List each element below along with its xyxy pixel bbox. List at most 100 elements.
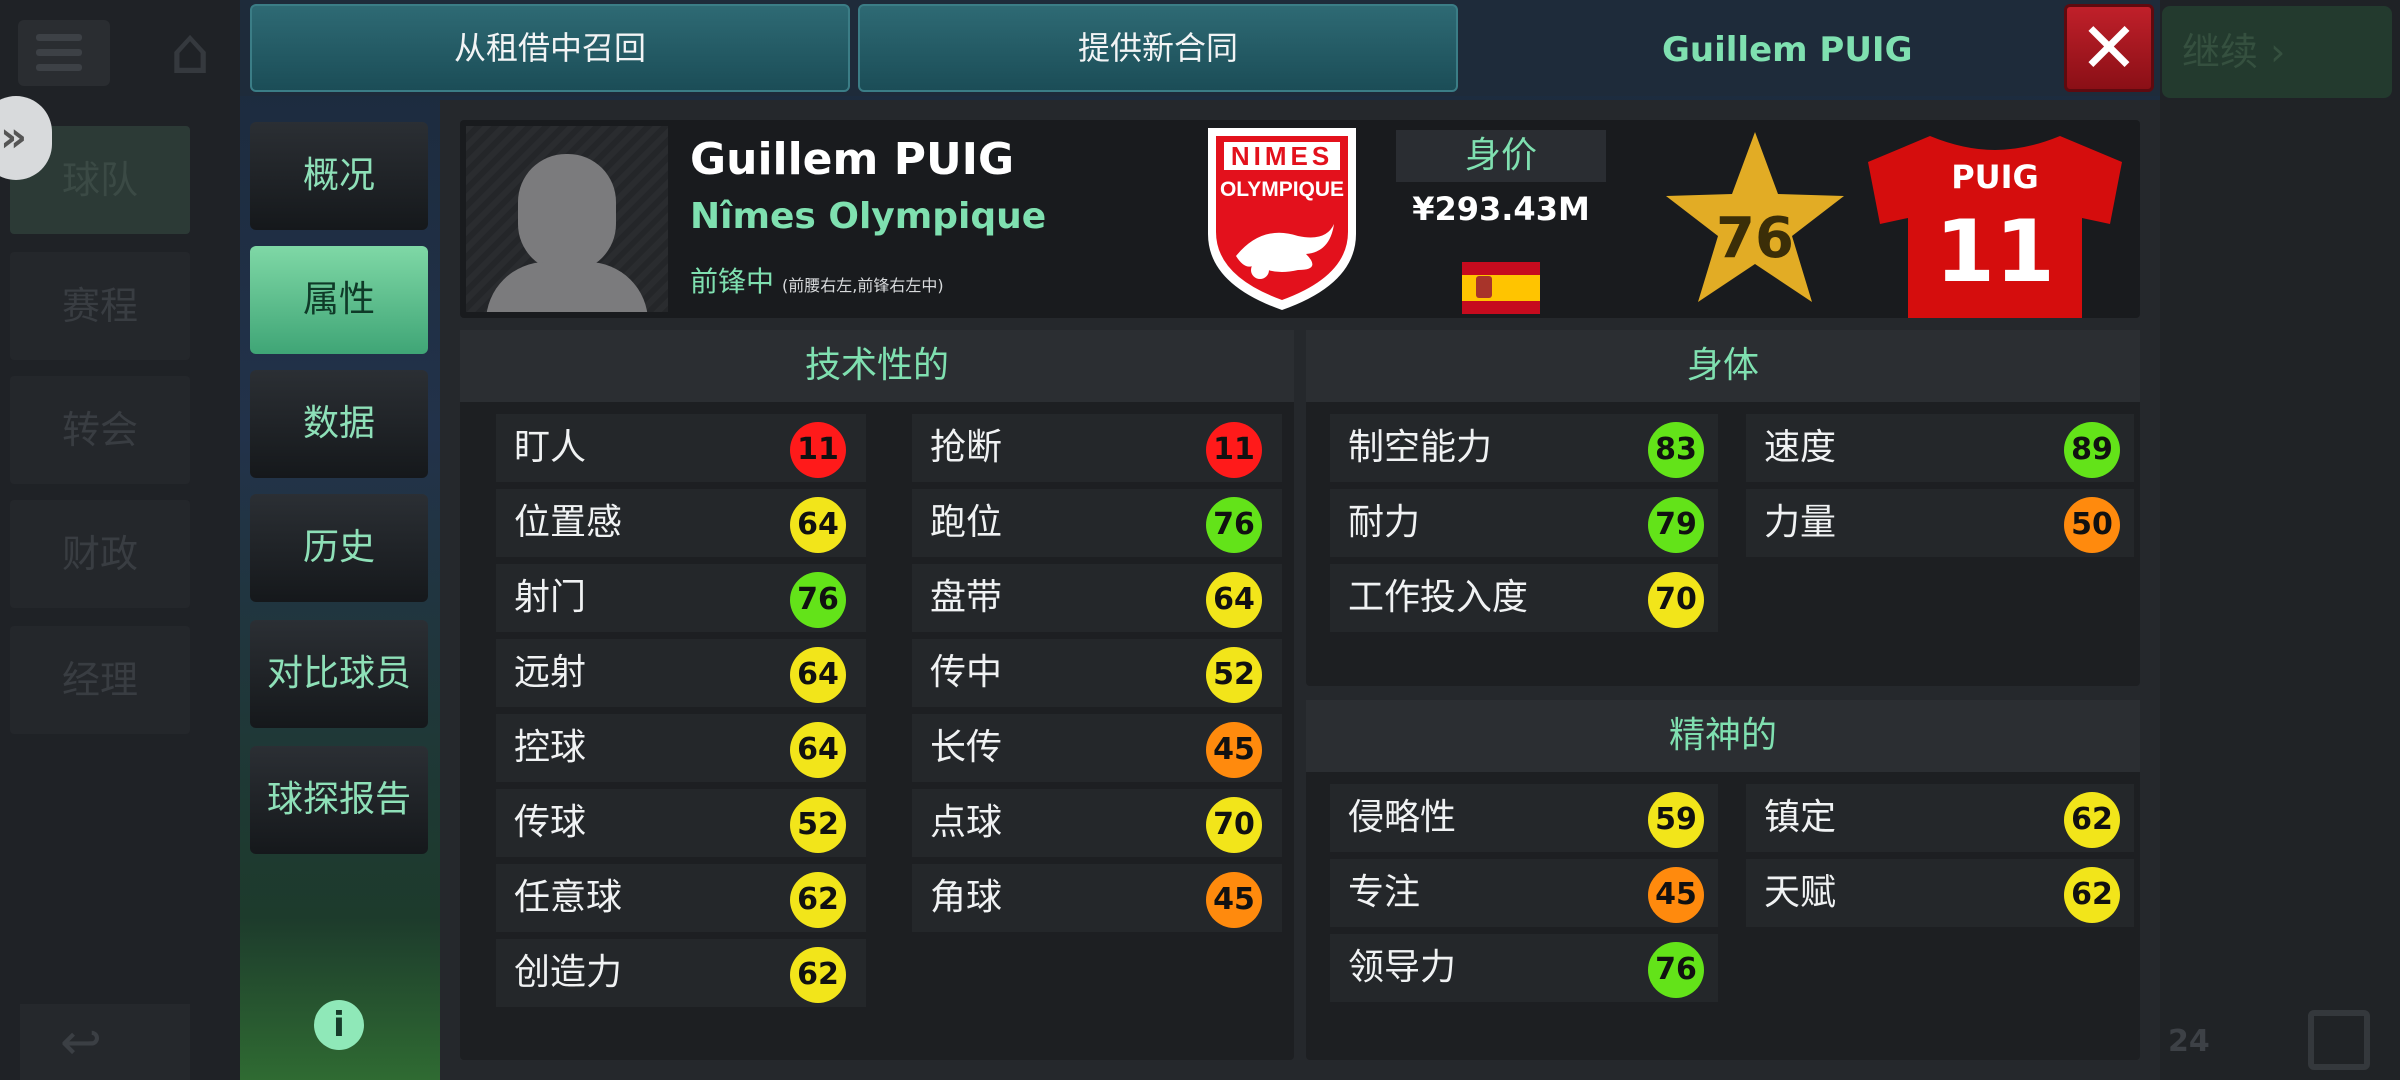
attr-label: 盯人 [514, 427, 587, 468]
attr-value-badge: 52 [790, 797, 846, 853]
player-dialog: 从租借中召回 提供新合同 Guillem PUIG ✕ 概况 属性 数据 历史 … [240, 0, 2160, 1080]
crest-text-top: NIMES [1231, 141, 1333, 171]
mental-attr-row: 天赋 62 [1746, 859, 2134, 927]
technical-attr-row: 盯人 11 [496, 414, 866, 482]
mental-attr-row: 专注 45 [1330, 859, 1718, 927]
market-value: ¥293.43M [1412, 190, 1590, 228]
home-icon: ⌂ [169, 15, 211, 89]
attr-value-badge: 59 [1648, 792, 1704, 848]
dialog-topbar: 从租借中召回 提供新合同 Guillem PUIG ✕ [240, 0, 2160, 96]
physical-attr-row: 制空能力 83 [1330, 414, 1718, 482]
technical-title: 技术性的 [460, 330, 1294, 402]
attr-label: 耐力 [1348, 502, 1421, 543]
attr-value-badge: 62 [2064, 792, 2120, 848]
attr-label: 角球 [930, 877, 1003, 918]
attributes-content: Guillem PUIG Nîmes Olympique 前锋中 (前腰右左,前锋… [440, 100, 2160, 1080]
attr-value-badge: 62 [2064, 867, 2120, 923]
bg-right-panel [2160, 100, 2400, 1080]
physical-title: 身体 [1306, 330, 2140, 402]
attr-value-badge: 76 [1648, 942, 1704, 998]
attr-value-badge: 62 [790, 947, 846, 1003]
technical-attr-row: 跑位 76 [912, 489, 1282, 557]
technical-attr-row: 角球 45 [912, 864, 1282, 932]
spain-flag-icon [1462, 262, 1540, 314]
save-icon [2308, 1010, 2370, 1070]
attr-value-badge: 70 [1206, 797, 1262, 853]
mental-attr-row: 领导力 76 [1330, 934, 1718, 1002]
bg-nav-transfers: 转会 [10, 376, 190, 484]
attr-label: 任意球 [514, 877, 623, 918]
info-icon[interactable]: i [314, 1000, 364, 1050]
technical-attr-row: 抢断 11 [912, 414, 1282, 482]
club-crest-logo: NIMES OLYMPIQUE [1208, 128, 1356, 310]
attr-value-badge: 83 [1648, 422, 1704, 478]
attr-value-badge: 50 [2064, 497, 2120, 553]
attr-label: 天赋 [1764, 872, 1837, 913]
tab-attributes[interactable]: 属性 [250, 246, 428, 354]
recall-from-loan-button[interactable]: 从租借中召回 [250, 4, 850, 92]
tab-scout-report[interactable]: 球探报告 [250, 746, 428, 854]
market-value-label: 身价 [1396, 130, 1606, 182]
attr-label: 跑位 [930, 502, 1003, 543]
tab-overview[interactable]: 概况 [250, 122, 428, 230]
attr-label: 射门 [514, 577, 587, 618]
player-photo-placeholder [466, 126, 668, 312]
attr-value-badge: 79 [1648, 497, 1704, 553]
attr-label: 侵略性 [1348, 797, 1457, 838]
technical-panel: 技术性的 盯人 11 位置感 64 射门 76 远射 64 控球 64 传球 52 任意球 62 创造力 62… [460, 330, 1294, 1060]
attr-value-badge: 76 [790, 572, 846, 628]
attr-value-badge: 64 [790, 497, 846, 553]
technical-attr-row: 盘带 64 [912, 564, 1282, 632]
overall-rating: 76 [1716, 206, 1794, 271]
technical-attr-row: 点球 70 [912, 789, 1282, 857]
close-button[interactable]: ✕ [2064, 4, 2154, 92]
player-header-card: Guillem PUIG Nîmes Olympique 前锋中 (前腰右左,前锋… [460, 120, 2140, 318]
mental-panel: 精神的 侵略性 59 专注 45 领导力 76 镇定 62 天赋 62 [1306, 700, 2140, 1060]
bg-nav-manager: 经理 [10, 626, 190, 734]
attr-value-badge: 64 [790, 647, 846, 703]
tab-compare-players[interactable]: 对比球员 [250, 620, 428, 728]
jersey-name: PUIG [1951, 158, 2039, 196]
technical-attr-row: 传中 52 [912, 639, 1282, 707]
attr-label: 传球 [514, 802, 587, 843]
attr-value-badge: 89 [2064, 422, 2120, 478]
technical-attr-row: 控球 64 [496, 714, 866, 782]
position-detail: (前腰右左,前锋右左中) [782, 276, 944, 295]
attr-label: 长传 [930, 727, 1003, 768]
attr-value-badge: 52 [1206, 647, 1262, 703]
close-icon: ✕ [2079, 7, 2139, 89]
menu-icon [18, 20, 110, 86]
technical-attr-row: 任意球 62 [496, 864, 866, 932]
attr-value-badge: 11 [1206, 422, 1262, 478]
tab-history[interactable]: 历史 [250, 494, 428, 602]
attr-label: 远射 [514, 652, 587, 693]
physical-attr-row: 力量 50 [1746, 489, 2134, 557]
attr-label: 点球 [930, 802, 1003, 843]
attr-value-badge: 62 [790, 872, 846, 928]
attr-label: 制空能力 [1348, 427, 1493, 468]
tab-stats[interactable]: 数据 [250, 370, 428, 478]
attr-label: 位置感 [514, 502, 623, 543]
attr-label: 领导力 [1348, 947, 1457, 988]
attr-value-badge: 64 [1206, 572, 1262, 628]
jersey-number: 11 [1935, 202, 2055, 302]
mental-attr-row: 镇定 62 [1746, 784, 2134, 852]
attr-value-badge: 45 [1648, 867, 1704, 923]
technical-attr-row: 长传 45 [912, 714, 1282, 782]
back-icon: ↩ [20, 1004, 190, 1080]
market-value-box: 身价 ¥293.43M [1396, 130, 1606, 314]
physical-attr-row: 速度 89 [1746, 414, 2134, 482]
physical-panel: 身体 制空能力 83 耐力 79 工作投入度 70 速度 89 力量 50 [1306, 330, 2140, 686]
technical-attr-row: 创造力 62 [496, 939, 866, 1007]
bg-nav-schedule: 赛程 [10, 252, 190, 360]
attr-label: 专注 [1348, 872, 1421, 913]
attr-label: 抢断 [930, 427, 1003, 468]
attr-label: 工作投入度 [1348, 577, 1529, 618]
attr-label: 镇定 [1764, 797, 1837, 838]
attr-label: 盘带 [930, 577, 1003, 618]
physical-attr-row: 工作投入度 70 [1330, 564, 1718, 632]
mental-title: 精神的 [1306, 700, 2140, 772]
club-name[interactable]: Nîmes Olympique [690, 196, 1046, 237]
offer-new-contract-button[interactable]: 提供新合同 [858, 4, 1458, 92]
attr-value-badge: 76 [1206, 497, 1262, 553]
